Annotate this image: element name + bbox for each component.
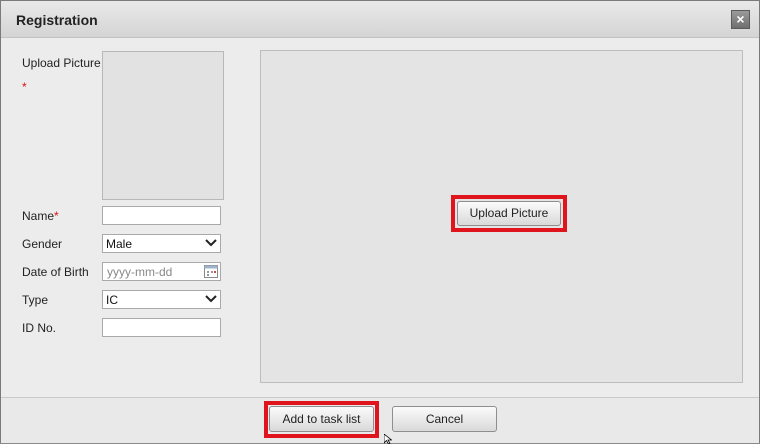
close-icon: × bbox=[736, 11, 745, 27]
dialog-title: Registration bbox=[16, 12, 98, 28]
required-mark: * bbox=[22, 80, 27, 94]
picture-preview-area: Upload Picture bbox=[260, 50, 743, 383]
id-label: ID No. bbox=[22, 321, 57, 335]
gender-select[interactable]: Male bbox=[102, 234, 221, 253]
title-bar: Registration × bbox=[1, 1, 759, 38]
type-label: Type bbox=[22, 293, 49, 307]
gender-value: Male bbox=[106, 237, 133, 251]
registration-form: Upload Picture * Name* Gender Male Date … bbox=[1, 38, 241, 398]
cancel-button[interactable]: Cancel bbox=[392, 406, 497, 432]
name-required-mark: * bbox=[54, 209, 59, 223]
dob-field[interactable]: yyyy-mm-dd bbox=[102, 262, 221, 281]
name-field[interactable] bbox=[102, 206, 221, 225]
calendar-icon[interactable] bbox=[204, 265, 218, 278]
chevron-down-icon bbox=[205, 295, 217, 303]
id-number-field[interactable] bbox=[102, 318, 221, 337]
dob-placeholder: yyyy-mm-dd bbox=[107, 265, 173, 279]
close-button[interactable]: × bbox=[731, 10, 750, 29]
gender-label: Gender bbox=[22, 237, 63, 251]
name-label: Name* bbox=[22, 209, 59, 223]
dob-label: Date of Birth bbox=[22, 265, 89, 279]
dialog-footer: Add to task list Cancel bbox=[1, 397, 759, 443]
add-to-task-list-button[interactable]: Add to task list bbox=[269, 406, 374, 432]
registration-dialog: Registration × Upload Picture * Name* Ge… bbox=[0, 0, 760, 444]
chevron-down-icon bbox=[205, 239, 217, 247]
type-select[interactable]: IC bbox=[102, 290, 221, 309]
name-label-text: Name bbox=[22, 209, 55, 223]
upload-picture-label: Upload Picture bbox=[22, 56, 101, 70]
picture-thumbnail[interactable] bbox=[102, 51, 224, 200]
type-value: IC bbox=[106, 293, 118, 307]
upload-picture-button[interactable]: Upload Picture bbox=[457, 201, 561, 226]
